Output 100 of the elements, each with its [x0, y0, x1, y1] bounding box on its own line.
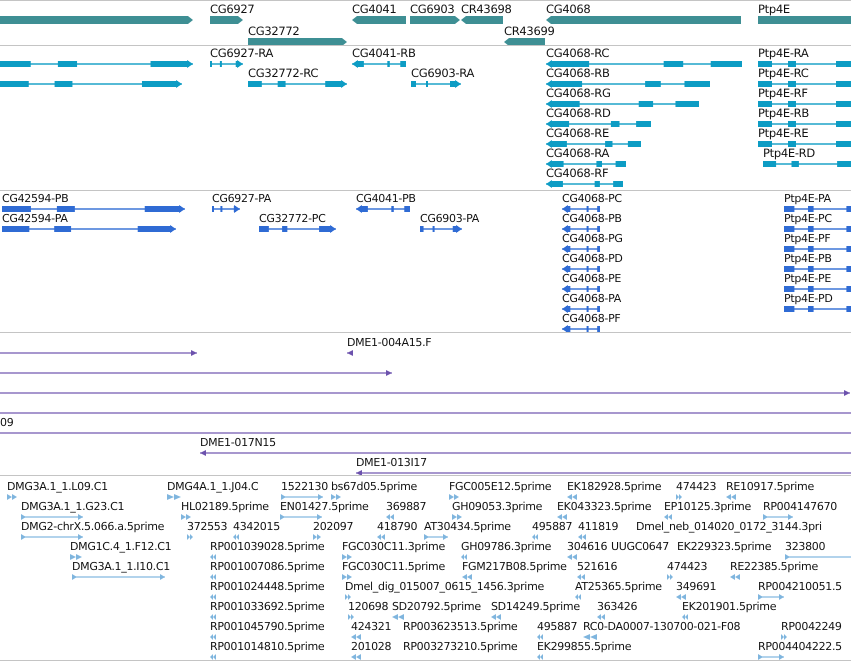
- feature-label: DMG3A.1_1.L09.C1: [7, 480, 108, 493]
- feature-label: Ptp4E-PF: [784, 232, 830, 245]
- feature-label: 363426: [597, 600, 638, 613]
- feature-label: RP003623513.5prime: [403, 620, 518, 633]
- feature-label: EK201901.5prime: [682, 600, 776, 613]
- feature-label: CR43699: [504, 25, 555, 38]
- feature-label: 120698: [348, 600, 388, 613]
- feature-label: CG4041: [352, 3, 396, 16]
- feature-label: CG4068-RB: [546, 67, 610, 80]
- feature-label: 09: [0, 416, 14, 429]
- feature-label: CG4068-PA: [562, 292, 621, 305]
- feature-label: RP001033692.5prime: [210, 600, 324, 613]
- feature-label: CG42594-PB: [2, 192, 68, 205]
- feature-label: CG4068-RG: [546, 87, 611, 100]
- feature-label: CG4068-PD: [562, 252, 623, 265]
- feature-label: DME1-017N15: [200, 436, 276, 449]
- feature-label: RP001014810.5prime: [210, 640, 324, 653]
- feature-label: Ptp4E-RF: [758, 87, 808, 100]
- feature-label: 474423: [676, 480, 716, 493]
- feature-label: EP10125.3prime: [664, 500, 751, 513]
- feature-label: CG32772-RC: [248, 67, 318, 80]
- feature-label: CG4068-PB: [562, 212, 622, 225]
- feature-label: GH09786.3prime: [461, 540, 552, 553]
- feature-label: Ptp4E: [758, 3, 790, 16]
- feature-label: CG4041-RB: [352, 47, 416, 60]
- feature-label: CG6903-PA: [420, 212, 479, 225]
- feature-label: CG6927-RA: [210, 47, 274, 60]
- feature-label: EK229323.5prime: [677, 540, 772, 553]
- feature-label: CG4041-PB: [356, 192, 416, 205]
- feature-label: Ptp4E-PD: [784, 292, 833, 305]
- feature-label: RP0042249: [781, 620, 842, 633]
- feature-label: DMG3A.1_1.I10.C1: [72, 560, 170, 573]
- feature-label: 1522130: [281, 480, 328, 493]
- feature-label: CG4068-RC: [546, 47, 610, 60]
- feature-label: Ptp4E-RA: [758, 47, 808, 60]
- feature-label: CG6927: [210, 3, 254, 16]
- feature-label: EK299855.5prime: [537, 640, 632, 653]
- feature-label: 495887: [532, 520, 572, 533]
- feature-label: Ptp4E-RB: [758, 107, 809, 120]
- feature-label: FGC005E12.5prime: [449, 480, 552, 493]
- feature-label: DME1-013I17: [356, 456, 427, 469]
- feature-label: EN01427.5prime: [280, 500, 369, 513]
- feature-label: RP003273210.5prime: [403, 640, 518, 653]
- feature-label: 411819: [578, 520, 618, 533]
- feature-label: DME1-004A15.F: [347, 336, 432, 349]
- feature-label: 372553: [187, 520, 228, 533]
- feature-label: CG32772: [248, 25, 300, 38]
- feature-label: RP001045790.5prime: [210, 620, 324, 633]
- feature-label: RE22385.5prime: [730, 560, 818, 573]
- feature-label: CG32772-PC: [259, 212, 326, 225]
- feature-label: 424321: [351, 620, 392, 633]
- feature-label: CG4068-RF: [546, 167, 608, 180]
- feature-label: CG4068: [546, 3, 590, 16]
- feature-label: Ptp4E-PC: [784, 212, 832, 225]
- feature-label: DMG3A.1_1.G23.C1: [21, 500, 124, 513]
- feature-label: 495887: [537, 620, 578, 633]
- feature-label: 349691: [676, 580, 716, 593]
- feature-label: CG6927-PA: [212, 192, 271, 205]
- feature-label: CG4068-PE: [562, 272, 622, 285]
- feature-label: EK182928.5prime: [567, 480, 662, 493]
- feature-label: 304616: [567, 540, 608, 553]
- feature-label: RP004147670: [763, 500, 837, 513]
- feature-label: RP001024448.5prime: [210, 580, 324, 593]
- feature-label: Dmel_neb_014020_0172_3144.3pri: [636, 520, 822, 533]
- feature-label: 521616: [577, 560, 618, 573]
- feature-label: CG4068-PG: [562, 232, 623, 245]
- feature-label: 323800: [785, 540, 826, 553]
- feature-label: Ptp4E-RD: [763, 147, 815, 160]
- feature-label: SD20792.5prime: [392, 600, 481, 613]
- feature-label: RP004404222.5: [758, 640, 842, 653]
- feature-label: FGC030C11.3prime: [342, 540, 445, 553]
- feature-label: CG42594-PA: [2, 212, 68, 225]
- feature-label: CG4068-PF: [562, 312, 620, 325]
- feature-label: CG4068-RD: [546, 107, 611, 120]
- feature-label: 474423: [667, 560, 708, 573]
- feature-label: Dmel_dig_015007_0615_1456.3prime: [345, 580, 544, 593]
- feature-label: Ptp4E-PE: [784, 272, 832, 285]
- feature-label: AT30434.5prime: [424, 520, 511, 533]
- feature-label: CR43698: [461, 3, 512, 16]
- feature-label: RP001007086.5prime: [210, 560, 324, 573]
- feature-label: 369887: [386, 500, 426, 513]
- feature-label: SD14249.5prime: [491, 600, 580, 613]
- feature-label: EK043323.5prime: [557, 500, 652, 513]
- feature-label: FGC030C11.5prime: [342, 560, 445, 573]
- feature-label: CG4068-PC: [562, 192, 622, 205]
- feature-label: Ptp4E-RE: [758, 127, 808, 140]
- feature-label: bs67d05.5prime: [331, 480, 418, 493]
- feature-label: 201028: [351, 640, 392, 653]
- feature-label: RE10917.5prime: [726, 480, 814, 493]
- feature-label: CG6903-RA: [411, 67, 474, 80]
- feature-label: UUGC0647: [611, 540, 669, 553]
- feature-label: RC0-DA0007-130700-021-F08: [583, 620, 740, 633]
- feature-label: CG4068-RA: [546, 147, 610, 160]
- feature-label: Ptp4E-PB: [784, 252, 832, 265]
- feature-label: GH09053.3prime: [452, 500, 542, 513]
- feature-label: FGM217B08.5prime: [462, 560, 567, 573]
- feature-label: AT25365.5prime: [575, 580, 662, 593]
- feature-label: Ptp4E-RC: [758, 67, 809, 80]
- feature-label: DMG1C.4_1.F12.C1: [70, 540, 172, 553]
- feature-label: 202097: [313, 520, 354, 533]
